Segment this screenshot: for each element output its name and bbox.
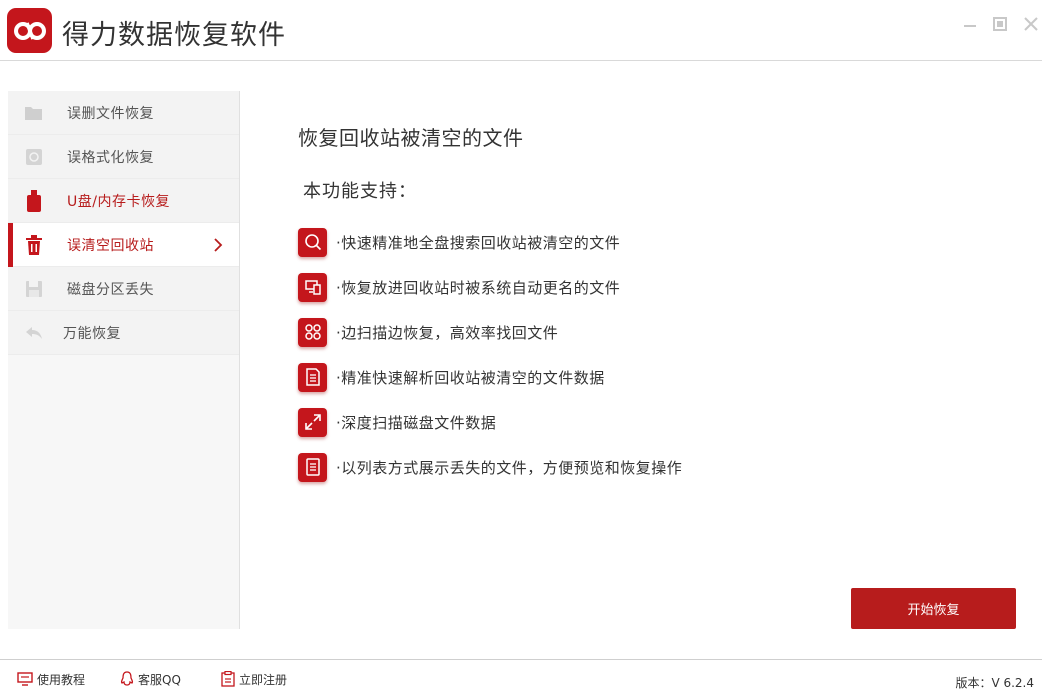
search-icon <box>298 227 327 257</box>
version-label: 版本：V 6.2.4 <box>955 676 1034 690</box>
sidebar-item-label: 误删文件恢复 <box>67 105 154 122</box>
feature-item: ·边扫描边恢复，高效率找回文件 <box>298 317 558 347</box>
feature-text: ·精准快速解析回收站被清空的文件数据 <box>336 368 605 387</box>
page-title: 恢复回收站被清空的文件 <box>298 126 524 150</box>
feature-text: ·恢复放进回收站时被系统自动更名的文件 <box>336 278 621 297</box>
feature-item: ·深度扫描磁盘文件数据 <box>298 407 496 437</box>
maximize-button[interactable] <box>990 14 1010 34</box>
sidebar-item-label: U盘/内存卡恢复 <box>67 193 170 210</box>
sidebar-item-label: 万能恢复 <box>63 325 121 342</box>
sidebar-item-deleted-files[interactable]: 误删文件恢复 <box>8 91 239 135</box>
feature-text: ·快速精准地全盘搜索回收站被清空的文件 <box>336 233 621 252</box>
register-label: 立即注册 <box>239 672 288 687</box>
sidebar-item-label: 误清空回收站 <box>67 237 154 254</box>
close-icon <box>1024 17 1038 31</box>
minimize-icon <box>964 25 976 27</box>
maximize-icon <box>993 17 1007 31</box>
disk-format-icon <box>24 147 44 167</box>
close-button[interactable] <box>1021 14 1041 34</box>
title-bar: 得力数据恢复软件 <box>0 0 1042 61</box>
footer: 使用教程 客服QQ 立即注册 版本：V 6.2.4 <box>0 659 1042 698</box>
feature-item: ·以列表方式展示丢失的文件，方便预览和恢复操作 <box>298 452 682 482</box>
command-icon <box>298 317 327 347</box>
expand-icon <box>298 407 327 437</box>
feature-text: ·以列表方式展示丢失的文件，方便预览和恢复操作 <box>336 458 683 477</box>
register-link[interactable]: 立即注册 <box>221 670 287 688</box>
support-qq-label: 客服QQ <box>138 672 181 687</box>
feature-item: ·精准快速解析回收站被清空的文件数据 <box>298 362 605 392</box>
feature-item: ·快速精准地全盘搜索回收站被清空的文件 <box>298 227 620 257</box>
feature-item: ·恢复放进回收站时被系统自动更名的文件 <box>298 272 620 302</box>
start-recovery-button[interactable]: 开始恢复 <box>851 588 1016 629</box>
sidebar-item-universal-recovery[interactable]: 万能恢复 <box>8 311 239 355</box>
tutorial-label: 使用教程 <box>37 672 86 687</box>
monitor-icon <box>17 672 33 686</box>
register-doc-icon <box>221 671 235 687</box>
list-doc-icon <box>298 362 327 392</box>
chevron-right-icon <box>213 237 223 257</box>
sidebar-item-label: 磁盘分区丢失 <box>67 281 154 298</box>
folder-icon <box>24 103 44 123</box>
sidebar-item-recycle-bin[interactable]: 误清空回收站 <box>8 223 239 267</box>
feature-text: ·边扫描边恢复，高效率找回文件 <box>336 323 559 342</box>
feature-subtitle: 本功能支持： <box>303 181 417 202</box>
feature-text: ·深度扫描磁盘文件数据 <box>336 413 497 432</box>
trash-icon <box>24 235 44 255</box>
floppy-icon <box>24 279 44 299</box>
support-qq-link[interactable]: 客服QQ <box>120 670 181 688</box>
sidebar-item-partition-lost[interactable]: 磁盘分区丢失 <box>8 267 239 311</box>
sidebar: 误删文件恢复 误格式化恢复 U盘/内存卡恢复 误清空回收站 磁盘分区丢失 万能恢… <box>8 91 240 629</box>
usb-icon <box>24 190 44 212</box>
app-logo-icon <box>7 8 52 53</box>
sidebar-item-format-recovery[interactable]: 误格式化恢复 <box>8 135 239 179</box>
sidebar-item-usb-recovery[interactable]: U盘/内存卡恢复 <box>8 179 239 223</box>
minimize-button[interactable] <box>960 14 980 34</box>
devices-icon <box>298 272 327 302</box>
tutorial-link[interactable]: 使用教程 <box>17 670 85 688</box>
qq-icon <box>120 671 134 686</box>
app-title: 得力数据恢复软件 <box>62 20 286 51</box>
sidebar-item-label: 误格式化恢复 <box>67 149 154 166</box>
undo-icon <box>24 323 44 343</box>
document-icon <box>298 452 327 482</box>
